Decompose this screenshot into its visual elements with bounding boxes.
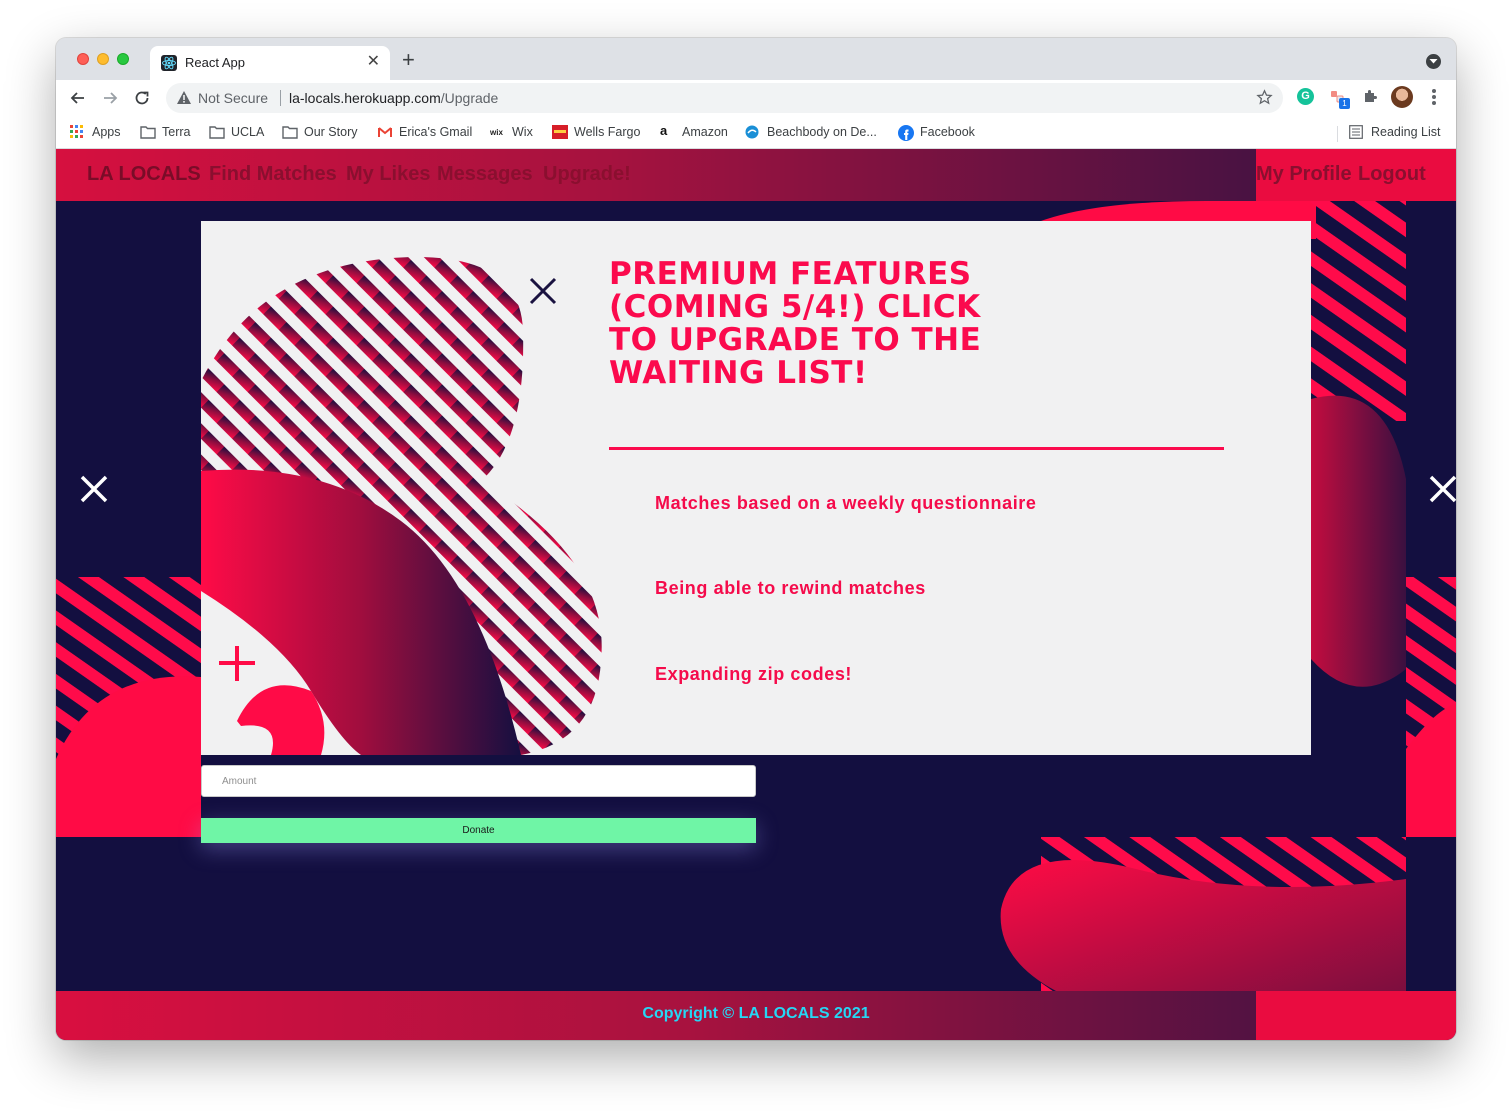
nav-my-likes[interactable]: My Likes <box>346 163 430 186</box>
card-artwork <box>201 256 602 755</box>
nav-find-matches[interactable]: Find Matches <box>209 163 337 186</box>
warning-triangle-icon[interactable] <box>176 90 192 110</box>
heading-divider <box>609 447 1224 450</box>
bookmarks-bar: Apps Terra UCLA Our Story Erica's Gmail … <box>56 116 1456 149</box>
copyright-text: Copyright © LA LOCALS 2021 <box>642 1005 870 1022</box>
browser-window: React App ✕ + Not Secure la-locals.herok… <box>56 38 1456 1040</box>
new-tab-button[interactable]: + <box>402 49 415 71</box>
omnibox-divider <box>280 90 281 106</box>
bookmark-star-icon[interactable] <box>1256 89 1273 111</box>
apps-grid-icon <box>70 125 86 139</box>
feature-weekly-questionnaire: Matches based on a weekly questionnaire <box>655 493 1037 513</box>
grammarly-extension-icon[interactable]: G <box>1297 88 1314 105</box>
back-arrow-icon[interactable] <box>68 88 88 108</box>
browser-tab[interactable]: React App ✕ <box>150 46 390 80</box>
premium-features-heading: PREMIUM FEATURES (COMING 5/4!) CLICK TO … <box>609 256 982 391</box>
address-bar[interactable]: Not Secure la-locals.herokuapp.com/Upgra… <box>166 83 1283 113</box>
donate-button[interactable]: Donate <box>201 818 756 843</box>
wix-icon: wix <box>490 128 503 137</box>
nav-my-profile[interactable]: My Profile <box>1256 163 1352 186</box>
url-path: /Upgrade <box>440 90 499 106</box>
forward-arrow-icon[interactable] <box>100 88 120 108</box>
extension-badge: 1 <box>1339 98 1350 109</box>
folder-icon <box>209 125 225 139</box>
profile-avatar[interactable] <box>1391 86 1413 108</box>
folder-icon <box>282 125 298 139</box>
site-footer: Copyright © LA LOCALS 2021 <box>56 991 1456 1040</box>
react-logo-icon <box>161 55 177 71</box>
carousel-right-close-icon[interactable] <box>1428 474 1456 504</box>
reload-icon[interactable] <box>132 88 152 108</box>
feature-expanding-zip-codes: Expanding zip codes! <box>655 664 853 684</box>
tab-search-icon[interactable] <box>1426 54 1441 69</box>
zoom-window-button[interactable] <box>117 53 129 65</box>
amount-input[interactable] <box>201 765 756 797</box>
brand-logo[interactable]: LA LOCALS <box>87 163 201 186</box>
browser-menu-icon[interactable] <box>1432 89 1436 107</box>
nav-logout[interactable]: Logout <box>1358 163 1426 186</box>
minimize-window-button[interactable] <box>97 53 109 65</box>
nav-messages[interactable]: Messages <box>437 163 533 186</box>
upgrade-card: PREMIUM FEATURES (COMING 5/4!) CLICK TO … <box>201 221 1311 755</box>
tab-close-icon[interactable]: ✕ <box>367 53 380 71</box>
bookmarks-divider <box>1337 126 1338 142</box>
close-window-button[interactable] <box>77 53 89 65</box>
tab-title: React App <box>185 55 245 70</box>
site-navbar: LA LOCALS Find Matches My Likes Messages… <box>56 149 1456 201</box>
beachbody-icon <box>745 125 761 139</box>
url-host: la-locals.herokuapp.com <box>289 90 441 106</box>
carousel-left-close-icon[interactable] <box>79 474 109 504</box>
folder-icon <box>140 125 156 139</box>
close-x-icon <box>529 277 557 305</box>
security-label[interactable]: Not Secure <box>198 90 268 106</box>
web-page: LA LOCALS Find Matches My Likes Messages… <box>56 149 1456 1040</box>
facebook-icon <box>898 125 914 141</box>
extensions-puzzle-icon[interactable] <box>1362 88 1378 104</box>
gmail-icon <box>377 125 393 139</box>
reading-list-icon <box>1349 125 1365 139</box>
tab-strip: React App ✕ + <box>56 38 1456 80</box>
nav-upgrade[interactable]: Upgrade! <box>543 163 631 186</box>
wells-fargo-icon <box>552 125 568 139</box>
feature-rewind-matches: Being able to rewind matches <box>655 578 926 598</box>
url-text[interactable]: la-locals.herokuapp.com/Upgrade <box>289 90 498 106</box>
amazon-icon: a <box>660 123 668 138</box>
browser-toolbar: Not Secure la-locals.herokuapp.com/Upgra… <box>56 80 1456 116</box>
